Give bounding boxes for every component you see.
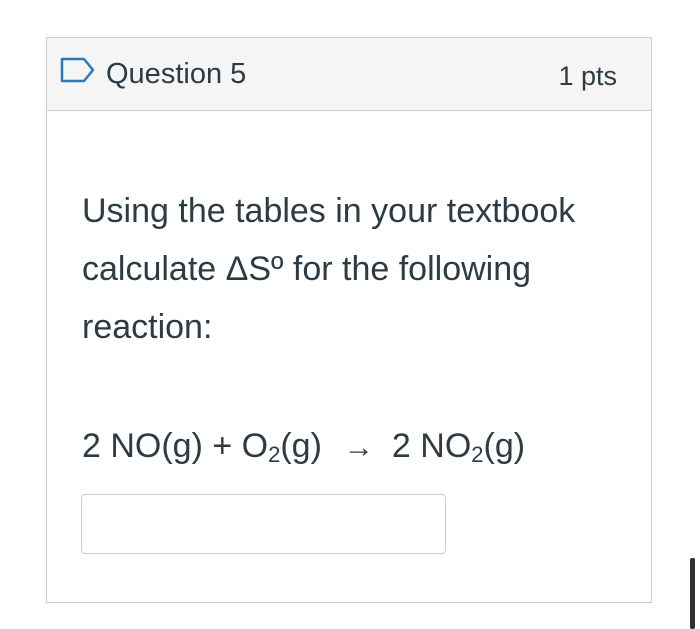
equation-reactants: 2 NO(g) + O: [82, 427, 269, 465]
equation-state: (g): [280, 427, 322, 465]
equation-subscript: 2: [268, 442, 281, 467]
question-text: Using the tables in your textbook calcul…: [82, 192, 576, 346]
question-card: Question 5 1 pts Using the tables in you…: [46, 37, 652, 603]
equation-product: 2 NO: [391, 427, 472, 465]
reaction-equation: 2 NO(g) + O2(g) → 2 NO2(g): [82, 424, 525, 470]
question-points: 1 pts: [558, 61, 617, 91]
reaction-arrow-icon: →: [343, 431, 374, 464]
bookmark-flag-icon[interactable]: [60, 57, 96, 83]
answer-input[interactable]: [81, 494, 446, 554]
question-header: Question 5 1 pts: [47, 38, 651, 111]
equation-product-subscript: 2: [471, 442, 484, 467]
question-title: Question 5: [106, 58, 247, 90]
scrollbar[interactable]: [690, 558, 695, 629]
equation-product-state: (g): [483, 427, 526, 465]
